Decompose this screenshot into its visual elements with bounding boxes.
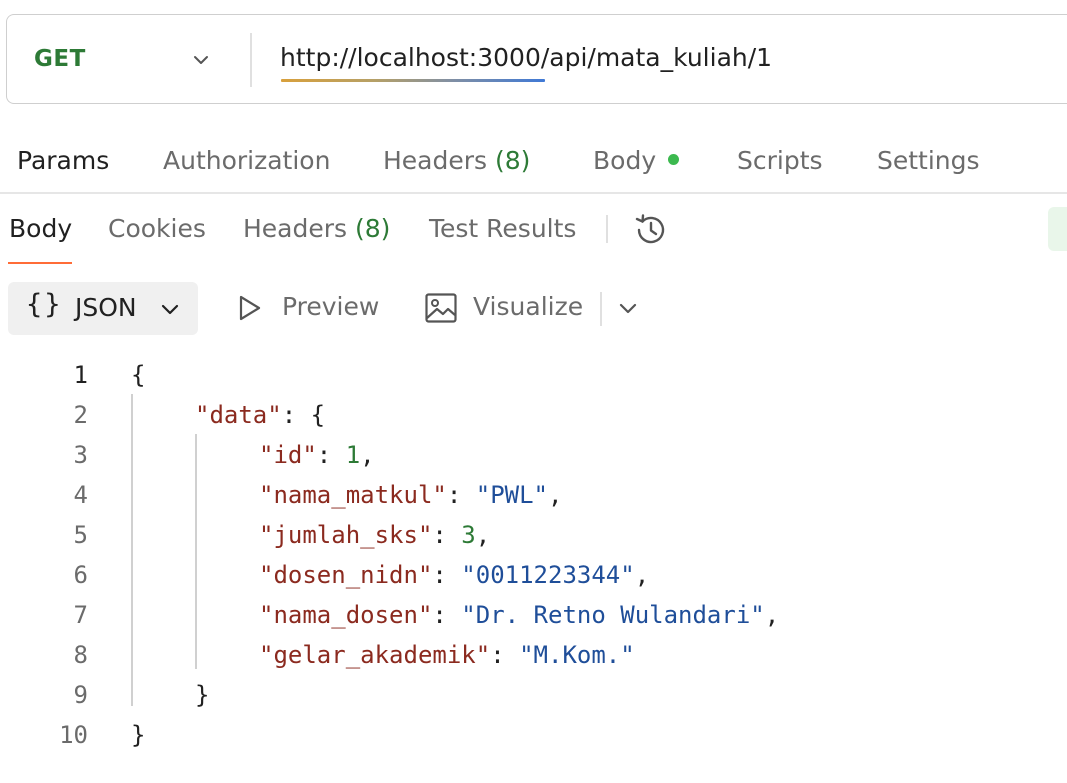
tab-scripts[interactable]: Scripts (737, 146, 823, 175)
postman-window: GET http://localhost:3000/api/mata_kulia… (0, 0, 1067, 783)
format-select-json[interactable]: {} JSON (8, 282, 198, 335)
play-icon (239, 295, 261, 321)
tab-headers-label: Headers (383, 146, 488, 175)
json-key: "nama_matkul" (259, 481, 447, 509)
code-line: 5 "jumlah_sks": 3, (73, 521, 491, 549)
line-number: 9 (73, 681, 88, 709)
chevron-down-icon (161, 304, 179, 315)
json-key: "dosen_nidn" (259, 561, 433, 589)
tab-body-label: Body (593, 146, 657, 175)
json-comma: , (548, 481, 563, 509)
json-value: "Dr. Retno Wulandari" (461, 601, 765, 629)
json-key: "id" (259, 441, 317, 469)
json-value: "PWL" (475, 481, 548, 509)
line-number: 10 (59, 721, 88, 749)
response-status-badge (1048, 207, 1067, 251)
json-brace: { (310, 401, 326, 429)
code-line: 9 } (0, 674, 1067, 714)
divider (606, 215, 608, 243)
line-number: 1 (73, 361, 88, 389)
code-line: 3 "id": 1, (73, 441, 375, 469)
tab-authorization[interactable]: Authorization (163, 146, 330, 175)
line-number: 5 (73, 521, 88, 549)
line-number: 3 (73, 441, 88, 469)
format-label: JSON (75, 293, 137, 322)
braces-icon: {} (26, 289, 63, 320)
response-tab-headers[interactable]: Headers (8) (243, 214, 390, 243)
code-line: 8 "gelar_akademik": "M.Kom." (73, 641, 635, 669)
divider (0, 192, 1067, 194)
json-brace: } (195, 681, 210, 709)
line-number: 6 (73, 561, 88, 589)
divider (250, 33, 252, 87)
response-tab-cookies[interactable]: Cookies (108, 214, 206, 243)
preview-label: Preview (282, 292, 380, 321)
http-method-select[interactable]: GET (34, 46, 86, 72)
response-tab-body[interactable]: Body (9, 214, 72, 243)
response-headers-count: (8) (355, 214, 391, 243)
json-value: 3 (461, 521, 476, 549)
active-tab-indicator (8, 262, 72, 264)
json-comma: , (360, 441, 375, 469)
json-key: "jumlah_sks" (259, 521, 433, 549)
json-key: "data" (195, 401, 282, 429)
code-line: 2 "data": { (73, 401, 326, 429)
chevron-down-icon[interactable] (618, 298, 638, 318)
chevron-down-icon[interactable] (192, 51, 210, 69)
json-comma: , (764, 601, 780, 629)
request-url-bar: GET http://localhost:3000/api/mata_kulia… (6, 14, 1067, 104)
json-key: "gelar_akademik" (259, 641, 491, 669)
image-icon (425, 293, 457, 323)
visualize-label: Visualize (473, 292, 584, 321)
json-key: "nama_dosen" (259, 601, 433, 629)
json-comma: , (475, 521, 491, 549)
json-value: 1 (345, 441, 361, 469)
line-number: 4 (73, 481, 88, 509)
response-tab-headers-label: Headers (243, 214, 348, 243)
code-line: 7 "nama_dosen": "Dr. Retno Wulandari", (73, 601, 780, 629)
code-line: 6 "dosen_nidn": "0011223344", (73, 561, 650, 589)
line-number: 7 (73, 601, 88, 629)
url-variable-underline (281, 79, 545, 82)
url-input[interactable]: http://localhost:3000/api/mata_kuliah/1 (280, 43, 772, 72)
code-line: 1 { (0, 354, 1067, 394)
tab-params[interactable]: Params (17, 146, 109, 175)
divider (600, 292, 602, 326)
json-brace: { (131, 361, 146, 389)
body-status-dot (668, 153, 680, 165)
history-icon[interactable] (632, 211, 670, 249)
code-line: 10 } (0, 714, 1067, 754)
headers-count: (8) (495, 146, 531, 175)
line-number: 8 (73, 641, 88, 669)
json-value: "M.Kom." (519, 641, 635, 669)
json-comma: , (634, 561, 650, 589)
json-value: "0011223344" (461, 561, 635, 589)
code-line: 4 "nama_matkul": "PWL", (73, 481, 563, 509)
json-brace: } (131, 721, 146, 749)
response-tab-test-results[interactable]: Test Results (429, 214, 576, 243)
tab-headers[interactable]: Headers (8) (383, 146, 530, 175)
tab-body[interactable]: Body (593, 146, 680, 175)
tab-settings[interactable]: Settings (877, 146, 980, 175)
line-number: 2 (73, 401, 88, 429)
